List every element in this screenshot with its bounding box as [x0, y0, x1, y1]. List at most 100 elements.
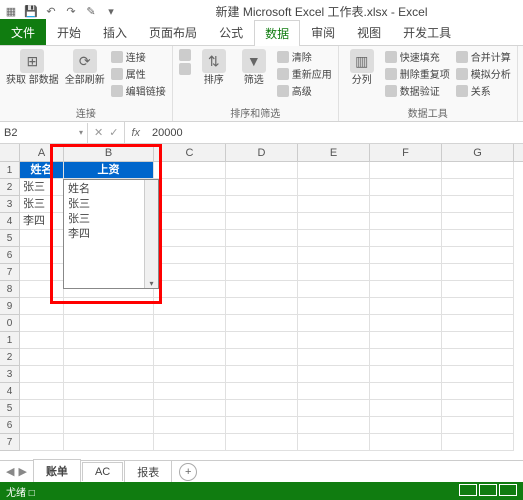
cell[interactable]	[442, 434, 514, 451]
cell[interactable]	[154, 264, 226, 281]
cell[interactable]	[226, 264, 298, 281]
cell[interactable]	[370, 196, 442, 213]
cell-A3[interactable]: 张三	[20, 196, 64, 213]
cell[interactable]	[298, 400, 370, 417]
scrollbar[interactable]: ▾	[144, 180, 158, 288]
cell[interactable]	[298, 179, 370, 196]
row-header[interactable]: 4	[0, 383, 20, 400]
cell[interactable]	[370, 417, 442, 434]
cell[interactable]	[298, 196, 370, 213]
cell[interactable]	[64, 366, 154, 383]
brush-icon[interactable]: ✎	[84, 4, 98, 18]
cell[interactable]	[442, 264, 514, 281]
cell[interactable]	[370, 281, 442, 298]
cell[interactable]	[154, 434, 226, 451]
cell[interactable]	[20, 349, 64, 366]
text-to-columns-button[interactable]: ▥分列	[345, 49, 379, 86]
cell[interactable]	[370, 332, 442, 349]
row-header[interactable]: 3	[0, 196, 20, 213]
cell[interactable]	[370, 230, 442, 247]
cell[interactable]	[154, 332, 226, 349]
cell[interactable]	[154, 179, 226, 196]
cell[interactable]	[154, 298, 226, 315]
cell[interactable]	[442, 162, 514, 179]
col-header-G[interactable]: G	[442, 144, 514, 161]
record-icon[interactable]: □	[29, 488, 35, 499]
prev-icon[interactable]: ◀	[6, 465, 14, 478]
cell[interactable]	[20, 417, 64, 434]
cell[interactable]	[154, 417, 226, 434]
view-buttons[interactable]	[457, 484, 517, 499]
relations-button[interactable]: 关系	[456, 83, 511, 98]
cell[interactable]	[298, 366, 370, 383]
row-header[interactable]: 6	[0, 417, 20, 434]
row-header[interactable]: 2	[0, 349, 20, 366]
dropdown-option[interactable]: 张三	[68, 212, 154, 227]
remove-dup-button[interactable]: 删除重复项	[385, 66, 450, 81]
cell[interactable]	[370, 400, 442, 417]
col-header-F[interactable]: F	[370, 144, 442, 161]
tab-home[interactable]: 开始	[46, 19, 92, 45]
cell[interactable]	[226, 213, 298, 230]
tab-review[interactable]: 审阅	[300, 19, 346, 45]
cell-B1[interactable]: 上资	[64, 162, 154, 179]
name-box[interactable]: B2▾	[0, 123, 88, 143]
row-header[interactable]: 7	[0, 264, 20, 281]
cell[interactable]	[154, 366, 226, 383]
cell[interactable]	[442, 179, 514, 196]
cell[interactable]	[442, 298, 514, 315]
cell[interactable]	[20, 434, 64, 451]
cancel-icon[interactable]: ✕	[94, 126, 103, 139]
dropdown-icon[interactable]: ▾	[104, 4, 118, 18]
cell[interactable]	[370, 247, 442, 264]
cell[interactable]	[154, 162, 226, 179]
cell[interactable]	[64, 434, 154, 451]
cell[interactable]	[442, 417, 514, 434]
cell[interactable]	[64, 298, 154, 315]
advanced-button[interactable]: 高级	[277, 83, 332, 98]
properties-button[interactable]: 属性	[111, 66, 166, 81]
cell[interactable]	[442, 230, 514, 247]
sort-za-button[interactable]	[179, 63, 191, 75]
whatif-button[interactable]: 模拟分析	[456, 66, 511, 81]
row-header[interactable]: 5	[0, 400, 20, 417]
cell[interactable]	[226, 417, 298, 434]
dropdown-option[interactable]: 姓名	[68, 182, 154, 197]
cell[interactable]	[370, 434, 442, 451]
cell[interactable]	[442, 383, 514, 400]
cell[interactable]	[226, 349, 298, 366]
cell[interactable]	[442, 247, 514, 264]
col-header-A[interactable]: A	[20, 144, 64, 161]
cell[interactable]	[64, 417, 154, 434]
cell[interactable]	[442, 349, 514, 366]
cell[interactable]	[370, 179, 442, 196]
row-header[interactable]: 5	[0, 230, 20, 247]
flash-fill-button[interactable]: 快速填充	[385, 49, 450, 64]
validation-button[interactable]: 数据验证	[385, 83, 450, 98]
cell[interactable]	[20, 264, 64, 281]
row-header[interactable]: 7	[0, 434, 20, 451]
cell[interactable]	[20, 332, 64, 349]
reapply-button[interactable]: 重新应用	[277, 66, 332, 81]
sheet-nav[interactable]: ◀▶	[0, 465, 33, 478]
save-icon[interactable]: 💾	[24, 4, 38, 18]
tab-developer[interactable]: 开发工具	[392, 19, 462, 45]
cell[interactable]	[298, 315, 370, 332]
cell-A1[interactable]: 姓名	[20, 162, 64, 179]
tab-insert[interactable]: 插入	[92, 19, 138, 45]
cell[interactable]	[20, 230, 64, 247]
cell[interactable]	[154, 196, 226, 213]
cell[interactable]	[442, 315, 514, 332]
edit-links-button[interactable]: 编辑链接	[111, 83, 166, 98]
cell[interactable]	[154, 400, 226, 417]
sort-az-button[interactable]	[179, 49, 191, 61]
cell[interactable]	[64, 400, 154, 417]
cell[interactable]	[298, 281, 370, 298]
accept-icon[interactable]: ✓	[109, 126, 118, 139]
cell[interactable]	[298, 230, 370, 247]
chevron-down-icon[interactable]: ▾	[145, 279, 158, 288]
sheet-tab[interactable]: 报表	[124, 460, 172, 483]
row-header[interactable]: 1	[0, 332, 20, 349]
cell[interactable]	[226, 162, 298, 179]
next-icon[interactable]: ▶	[18, 465, 26, 478]
